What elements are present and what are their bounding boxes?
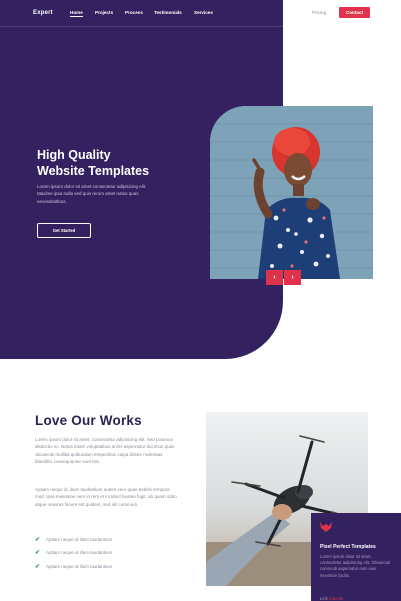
- contact-button[interactable]: Contact: [339, 7, 370, 18]
- nav-divider: [0, 26, 283, 27]
- works-paragraph-2: Aptiam neque id, illum laudantium autem …: [35, 487, 177, 507]
- slider-next-button[interactable]: ›: [284, 270, 301, 285]
- fox-logo-icon: [320, 522, 332, 532]
- works-paragraph-1: Lorem ipsum dolor sit amet, consectetur …: [35, 437, 175, 464]
- nav-testimonials[interactable]: Testimonials: [154, 10, 182, 15]
- check-icon: ✔: [35, 564, 41, 570]
- card-link-prefix: Link: [320, 596, 328, 601]
- get-started-button[interactable]: Get Started: [37, 223, 91, 238]
- works-title: Love Our Works: [35, 413, 142, 428]
- feature-text: Aptiam neque id illum laudantium: [46, 564, 113, 569]
- hero-woman-photo: [210, 106, 373, 279]
- hero-title: High Quality Website Templates: [37, 147, 187, 179]
- nav-projects[interactable]: Projects: [95, 10, 113, 15]
- hero-title-line1: High Quality: [37, 148, 111, 162]
- slider-prev-button[interactable]: ‹: [266, 270, 283, 285]
- page: Expert Home Projects Process Testimonial…: [0, 0, 401, 601]
- feature-text: Aptiam neque id illum laudantium: [46, 537, 113, 542]
- feature-list-item: ✔ Aptiam neque id illum laudantium: [35, 549, 112, 556]
- nav-home[interactable]: Home: [70, 10, 83, 17]
- nav-services[interactable]: Services: [194, 10, 213, 15]
- card-title: Pixel Perfect Templates: [320, 544, 376, 550]
- feature-list-item: ✔ Aptiam neque id illum laudantium: [35, 563, 112, 570]
- card-link: Link Colorlib: [320, 596, 343, 601]
- nav-pricing[interactable]: Pricing: [312, 10, 326, 15]
- brand-logo[interactable]: Expert: [33, 10, 53, 16]
- check-icon: ✔: [35, 550, 41, 556]
- check-icon: ✔: [35, 537, 41, 543]
- woman-illustration: [210, 106, 373, 279]
- hero-title-line2: Website Templates: [37, 164, 150, 178]
- card-text: Lorem ipsum dolor sit amet, consectetur …: [320, 554, 391, 578]
- feature-text: Aptiam neque id illum laudantium: [46, 550, 113, 555]
- colorlib-link[interactable]: Colorlib: [329, 596, 343, 601]
- feature-card: Pixel Perfect Templates Lorem ipsum dolo…: [311, 513, 401, 601]
- hero-description: Lorem ipsum dolor sit amet consectetur a…: [37, 184, 147, 204]
- nav-process[interactable]: Process: [125, 10, 143, 15]
- feature-list-item: ✔ Aptiam neque id illum laudantium: [35, 536, 112, 543]
